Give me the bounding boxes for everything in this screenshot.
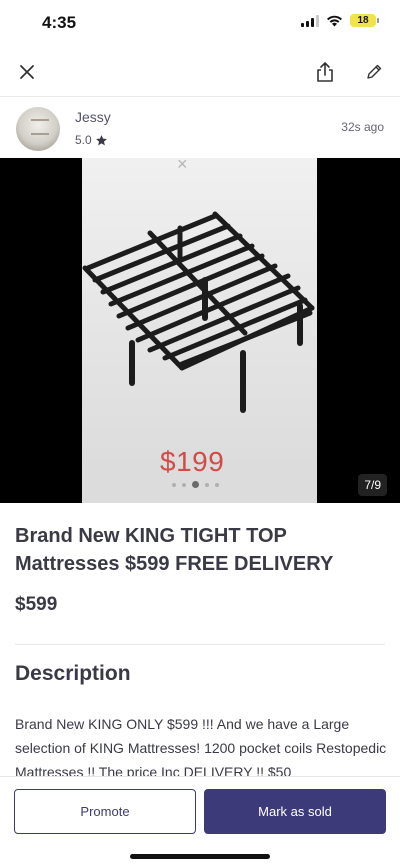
- carousel-dot-active: [192, 481, 199, 488]
- carousel-dot: [182, 482, 186, 487]
- divider: [15, 644, 385, 645]
- description-heading: Description: [15, 662, 131, 685]
- share-button[interactable]: [311, 58, 339, 86]
- top-nav: [0, 50, 400, 94]
- edit-button[interactable]: [360, 58, 388, 86]
- wifi-icon: [327, 15, 342, 26]
- signal-icon: [301, 14, 319, 27]
- promote-button[interactable]: Promote: [14, 789, 196, 834]
- carousel-dot: [172, 482, 176, 487]
- action-bar: Promote Mark as sold: [0, 776, 400, 865]
- carousel-dots: [172, 481, 219, 488]
- divider: [0, 96, 400, 97]
- status-icons: 18: [301, 14, 379, 27]
- listing-price: $599: [15, 594, 58, 615]
- mark-as-sold-button[interactable]: Mark as sold: [204, 789, 386, 834]
- photo-price-overlay: $199: [160, 446, 225, 477]
- carousel-dot: [205, 482, 209, 487]
- close-button[interactable]: [13, 58, 41, 86]
- edit-icon: [367, 64, 382, 79]
- seller-row[interactable]: Jessy 5.0 32s ago: [0, 100, 400, 158]
- posted-time: 32s ago: [341, 120, 384, 134]
- share-icon: [317, 62, 333, 82]
- seller-name[interactable]: Jessy: [75, 109, 111, 125]
- close-icon: [20, 65, 34, 79]
- photo-counter: 7/9: [358, 474, 387, 496]
- listing-photo[interactable]: × $199 7/9: [0, 158, 400, 503]
- avatar[interactable]: [16, 107, 60, 151]
- description-text: Brand New KING ONLY $599 !!! And we have…: [15, 716, 387, 780]
- listing-title: Brand New KING TIGHT TOP Mattresses $599…: [15, 525, 334, 575]
- carousel-dot: [215, 482, 219, 487]
- rating-value: 5.0: [75, 133, 92, 147]
- star-icon: [95, 134, 107, 145]
- status-bar: 4:35 18: [0, 0, 400, 46]
- home-indicator: [130, 854, 270, 859]
- status-time: 4:35: [42, 13, 77, 32]
- seller-rating: 5.0: [75, 133, 108, 147]
- battery-icon: 18: [350, 14, 379, 27]
